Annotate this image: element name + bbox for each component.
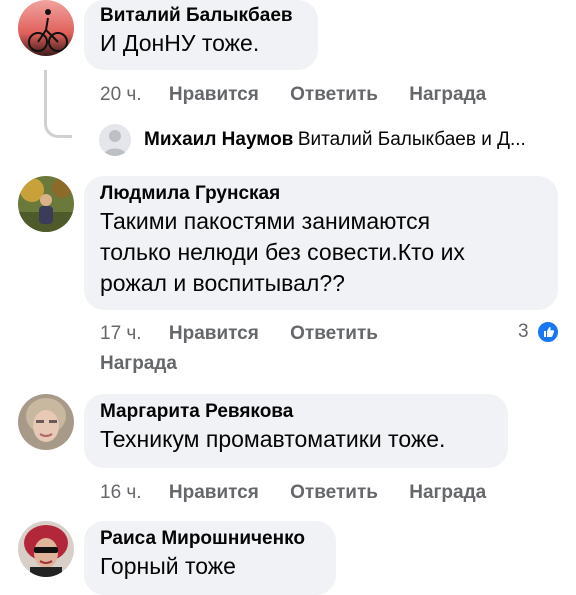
award-button[interactable]: Награда (409, 482, 486, 503)
like-button[interactable]: Нравится (169, 323, 259, 344)
comment-bubble-2: Людмила Грунская Такими пакостями занима… (84, 176, 558, 310)
comment-author[interactable]: Виталий Балыкбаев (100, 4, 302, 28)
reaction-count[interactable]: 3 (518, 320, 560, 344)
thread-connector (44, 70, 72, 138)
avatar-lyudmila[interactable] (18, 176, 74, 232)
reply-preview-row[interactable]: Михаил Наумов Виталий Балыкбаев и Д... (144, 129, 526, 161)
award-button[interactable]: Награда (409, 84, 486, 105)
comment-time[interactable]: 17 ч. (100, 323, 142, 344)
avatar-vitaliy[interactable] (18, 0, 74, 56)
reply-author[interactable]: Михаил Наумов (144, 129, 293, 150)
thumbs-up-icon (535, 320, 560, 344)
comment-actions-1: 20 ч. Нравится Ответить Награда (100, 83, 486, 107)
comment-text: Горный тоже (100, 553, 236, 579)
comment-actions-2: 17 ч. Нравится Ответить (100, 322, 378, 346)
comment-actions-2-wrap: Награда (100, 352, 177, 376)
comment-author[interactable]: Маргарита Ревякова (100, 400, 492, 424)
reply-button[interactable]: Ответить (290, 323, 378, 344)
reaction-number: 3 (518, 321, 529, 343)
comment-actions-3: 16 ч. Нравится Ответить Награда (100, 481, 486, 505)
avatar-raisa[interactable] (18, 521, 74, 577)
avatar-margarita[interactable] (18, 394, 74, 450)
avatar-placeholder[interactable] (99, 124, 131, 156)
comment-author[interactable]: Раиса Мирошниченко (100, 527, 320, 551)
comment-bubble-3: Маргарита Ревякова Техникум промавтомати… (84, 394, 508, 468)
comment-time[interactable]: 16 ч. (100, 482, 142, 503)
reply-button[interactable]: Ответить (290, 84, 378, 105)
like-button[interactable]: Нравится (169, 482, 259, 503)
like-button[interactable]: Нравится (169, 84, 259, 105)
award-button[interactable]: Награда (100, 353, 177, 374)
reply-preview-text: Виталий Балыкбаев и Д... (297, 129, 526, 150)
comment-bubble-4: Раиса Мирошниченко Горный тоже (84, 521, 336, 595)
comment-bubble-1: Виталий Балыкбаев И ДонНУ тоже. (84, 0, 318, 70)
comment-text: И ДонНУ тоже. (100, 30, 260, 56)
comment-time[interactable]: 20 ч. (100, 84, 142, 105)
comment-text: Такими пакостями занимаются только нелюд… (100, 208, 465, 296)
comment-author[interactable]: Людмила Грунская (100, 182, 542, 206)
reply-button[interactable]: Ответить (290, 482, 378, 503)
comment-text: Техникум промавтоматики тоже. (100, 426, 446, 452)
